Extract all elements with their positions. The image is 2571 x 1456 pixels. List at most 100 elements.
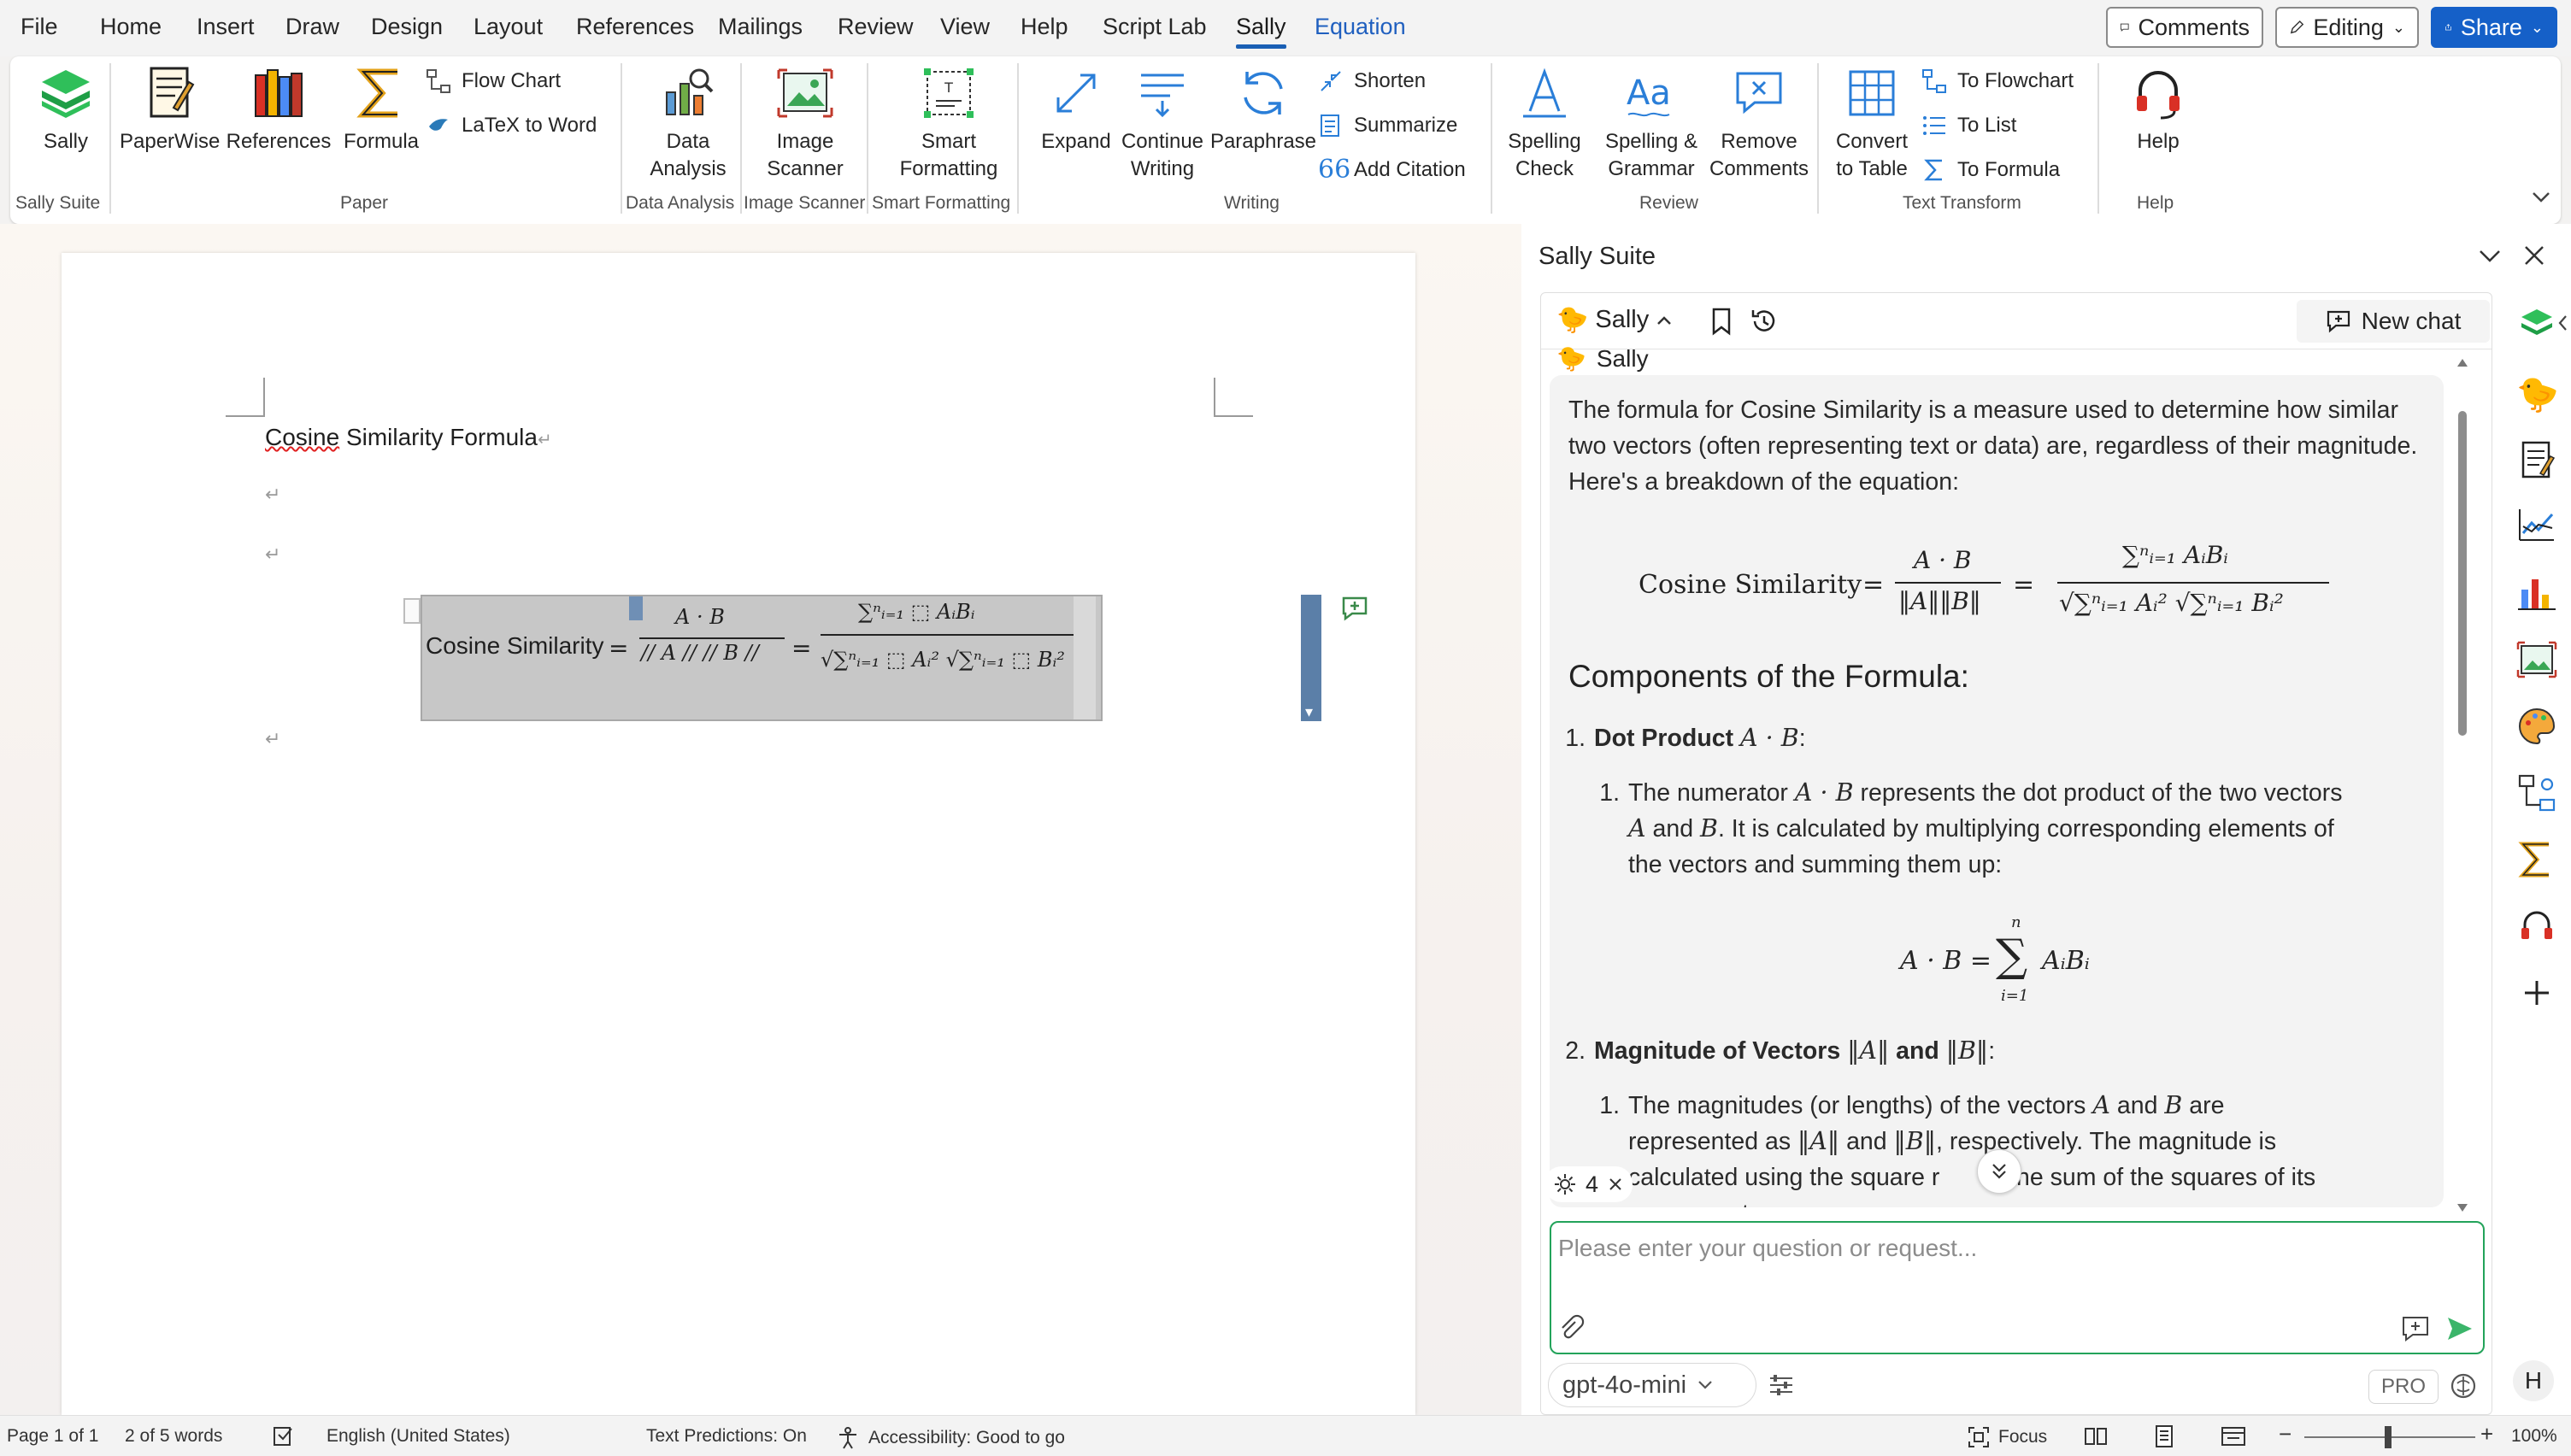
formula-button[interactable]: Formula [337, 63, 426, 156]
zoom-out-icon[interactable]: − [2279, 1421, 2292, 1447]
menu-references[interactable]: References [576, 14, 694, 40]
menu-layout[interactable]: Layout [474, 14, 543, 40]
comments-button[interactable]: Comments [2106, 7, 2263, 48]
to-flowchart-button[interactable]: To Flowchart [1921, 68, 2074, 94]
close-icon[interactable] [1607, 1176, 1624, 1193]
scroll-to-bottom-button[interactable] [1977, 1149, 2021, 1194]
scrollbar-thumb[interactable] [2458, 411, 2467, 736]
equation-handle[interactable] [403, 598, 421, 624]
zoom-level[interactable]: 100% [2511, 1426, 2557, 1447]
equation-object[interactable]: Cosine Similarity = A · B // A // // B /… [403, 595, 1103, 721]
palette-icon[interactable] [2516, 706, 2557, 747]
page-count[interactable]: Page 1 of 1 [7, 1426, 98, 1447]
sally-layers-icon[interactable] [2516, 304, 2557, 345]
zoom-in-icon[interactable]: + [2480, 1421, 2493, 1447]
add-prompt-icon[interactable] [2401, 1315, 2430, 1342]
equation-scroll-indicator[interactable] [1301, 595, 1321, 721]
remove-comments-button[interactable]: Remove Comments [1701, 63, 1817, 183]
chat-scrollbar[interactable] [2452, 356, 2473, 1219]
bookmark-icon[interactable] [1709, 307, 1734, 336]
sigma-icon[interactable] [2516, 839, 2557, 880]
data-analysis-button[interactable]: Data Analysis [632, 63, 744, 183]
web-layout-icon[interactable] [2221, 1424, 2246, 1448]
tools-chip[interactable]: 4 [1544, 1166, 1633, 1202]
flowchart-icon[interactable] [2516, 772, 2557, 813]
menu-home[interactable]: Home [100, 14, 162, 40]
menu-equation[interactable]: Equation [1315, 14, 1406, 40]
text-predictions[interactable]: Text Predictions: On [646, 1426, 807, 1447]
share-button[interactable]: Share ⌄ [2431, 7, 2557, 48]
to-list-button[interactable]: To List [1921, 113, 2016, 138]
sally-button[interactable]: Sally [19, 63, 113, 156]
settings-sliders-icon[interactable] [1767, 1371, 1796, 1399]
line-chart-icon[interactable] [2516, 506, 2557, 547]
plus-icon[interactable] [2516, 972, 2557, 1013]
proofing-icon[interactable] [272, 1424, 296, 1448]
references-button[interactable]: References [226, 63, 332, 156]
menu-review[interactable]: Review [838, 14, 914, 40]
equation-options-strip[interactable] [1074, 596, 1096, 719]
brain-icon[interactable] [2449, 1371, 2478, 1400]
history-icon[interactable] [1750, 307, 1779, 336]
pro-badge[interactable]: PRO [2368, 1370, 2439, 1404]
scroll-up-icon[interactable] [2456, 356, 2469, 368]
chat-input[interactable] [1558, 1230, 2464, 1267]
flow-chart-button[interactable]: Flow Chart [426, 68, 561, 94]
paperwise-button[interactable]: PaperWise [120, 63, 220, 156]
continue-writing-button[interactable]: Continue Writing [1111, 63, 1214, 183]
accessibility-status[interactable]: Accessibility: Good to go [836, 1426, 1065, 1450]
ribbon-collapse-chevron-icon[interactable] [2530, 188, 2552, 205]
paperwise-icon[interactable] [2516, 439, 2557, 480]
spelling-grammar-button[interactable]: Aa Spelling & Grammar [1593, 63, 1709, 183]
summarize-button[interactable]: Summarize [1318, 113, 1457, 138]
paraphrase-button[interactable]: Paraphrase [1209, 63, 1318, 156]
bar-chart-icon[interactable] [2516, 572, 2557, 614]
help-button[interactable]: Help [2120, 63, 2197, 156]
help-label: Help [2137, 130, 2180, 153]
sally-avatar-icon[interactable]: 🐤 [2516, 374, 2559, 415]
language[interactable]: English (United States) [327, 1426, 510, 1447]
print-layout-icon[interactable] [2152, 1424, 2176, 1448]
menu-view[interactable]: View [940, 14, 990, 40]
scroll-down-icon[interactable] [2456, 1202, 2469, 1214]
read-mode-icon[interactable] [2084, 1424, 2108, 1448]
image-scanner-icon[interactable] [2516, 639, 2557, 680]
smart-formatting-button[interactable]: T Smart Formatting [874, 63, 1024, 183]
image-scanner-button[interactable]: Image Scanner [750, 63, 860, 183]
to-formula-button[interactable]: To Formula [1921, 157, 2060, 183]
spelling-check-button[interactable]: Spelling Check [1497, 63, 1591, 183]
paperclip-icon[interactable] [1556, 1313, 1586, 1342]
headset-icon[interactable] [2516, 906, 2557, 947]
group-label-review: Review [1639, 193, 1698, 213]
latex-to-word-button[interactable]: LaTeX to Word [426, 113, 597, 138]
new-chat-button[interactable]: New chat [2297, 300, 2490, 343]
chevron-down-icon[interactable] [2477, 243, 2503, 268]
menu-draw[interactable]: Draw [285, 14, 339, 40]
menu-mailings[interactable]: Mailings [718, 14, 803, 40]
menu-design[interactable]: Design [371, 14, 443, 40]
focus-mode-button[interactable]: Focus [1968, 1426, 2047, 1448]
expand-button[interactable]: Expand [1027, 63, 1125, 156]
convert-to-table-button[interactable]: Convert to Table [1824, 63, 1920, 183]
zoom-slider-thumb[interactable] [2385, 1426, 2392, 1448]
add-citation-button[interactable]: 66 Add Citation [1318, 157, 1466, 183]
word-count[interactable]: 2 of 5 words [125, 1426, 222, 1447]
agent-selector[interactable]: 🐤 Sally [1556, 305, 1673, 335]
add-comment-icon[interactable] [1340, 595, 1369, 622]
model-selector[interactable]: gpt-4o-mini [1548, 1363, 1756, 1407]
document-heading[interactable]: Cosine Similarity Formula↵ [265, 424, 552, 451]
list-number: 1. [1565, 725, 1586, 752]
chevron-left-icon[interactable] [2557, 313, 2569, 333]
menu-file[interactable]: File [21, 14, 58, 40]
menu-sally[interactable]: Sally [1236, 14, 1286, 49]
menu-help[interactable]: Help [1021, 14, 1068, 40]
menu-insert[interactable]: Insert [197, 14, 255, 40]
editing-mode-button[interactable]: Editing ⌄ [2275, 7, 2419, 48]
text-run: , respectively. The magnitude is [1936, 1128, 2277, 1155]
user-avatar[interactable]: H [2513, 1360, 2554, 1401]
menu-script-lab[interactable]: Script Lab [1103, 14, 1207, 40]
smart-formatting-icon: T [924, 68, 974, 118]
send-icon[interactable] [2445, 1315, 2474, 1342]
shorten-button[interactable]: Shorten [1318, 68, 1426, 94]
close-icon[interactable] [2521, 243, 2547, 268]
